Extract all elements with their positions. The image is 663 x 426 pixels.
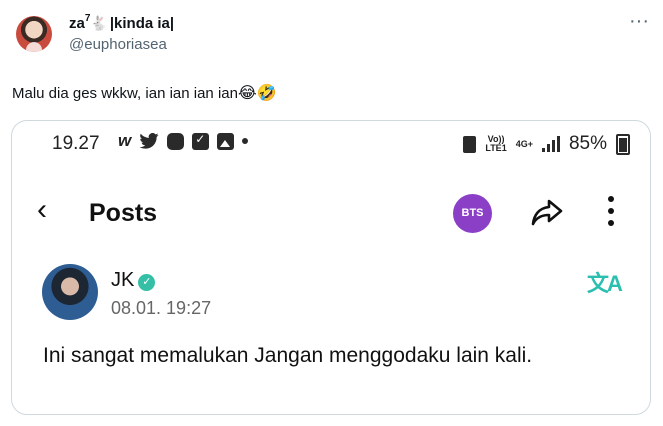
kebab-icon[interactable] — [608, 196, 616, 232]
display-name-sup: 7 — [84, 13, 91, 24]
bilibili-icon — [167, 132, 185, 150]
status-right: Vo)) LTE1 4G+ 85% — [463, 133, 630, 155]
weverse-icon: w — [118, 131, 132, 150]
battery-percent: 85% — [568, 133, 607, 154]
display-name[interactable]: za7🐇 |kinda ia| — [69, 13, 175, 32]
display-name-suffix: |kinda ia| — [109, 15, 175, 32]
tweet-text: Malu dia ges wkkw, ian ian ian ian😂🤣 — [12, 83, 277, 103]
status-time: 19.27 — [52, 133, 100, 154]
app-top-bar: ‹ Posts BTS — [12, 191, 650, 235]
author-avatar[interactable] — [42, 264, 98, 320]
avatar[interactable] — [16, 16, 52, 52]
lte-indicator: Vo)) LTE1 — [485, 135, 506, 153]
post-body: Ini sangat memalukan Jangan menggodaku l… — [43, 344, 533, 367]
lte-label: LTE1 — [485, 143, 507, 153]
network-label: 4G+ — [515, 138, 533, 149]
page-title: Posts — [89, 199, 158, 227]
status-dot — [242, 138, 249, 144]
rabbit-icon: 🐇 — [90, 15, 108, 31]
bts-badge[interactable]: BTS — [453, 194, 492, 233]
image-icon — [217, 132, 235, 150]
tweet-emojis: 😂🤣 — [237, 85, 277, 102]
status-icons: w — [118, 131, 249, 151]
display-name-text: za — [69, 15, 85, 32]
status-bar: 19.27 w Vo))LTE1 4G+ 85% — [52, 131, 630, 157]
check-icon — [192, 132, 210, 150]
media-image[interactable]: 19.27 w Vo))LTE1 4G+ 85% ‹ Posts BTS JK✓ — [11, 120, 651, 415]
signal-icon — [541, 136, 560, 152]
user-handle[interactable]: @euphoriasea — [69, 36, 167, 53]
translate-icon[interactable]: 文A — [587, 266, 623, 298]
tweet-text-body: Malu dia ges wkkw, ian ian ian ian — [12, 85, 238, 102]
share-icon[interactable] — [529, 194, 565, 230]
author-name-text: JK — [111, 269, 135, 291]
verified-icon: ✓ — [138, 274, 156, 291]
battery-icon — [616, 133, 630, 155]
twitter-icon — [139, 133, 159, 149]
more-icon[interactable]: ··· — [629, 11, 649, 31]
recycle-icon — [463, 135, 477, 153]
post-date: 08.01. 19:27 — [111, 298, 212, 318]
back-icon[interactable]: ‹ — [37, 195, 47, 225]
author-name[interactable]: JK ✓ — [111, 269, 156, 292]
